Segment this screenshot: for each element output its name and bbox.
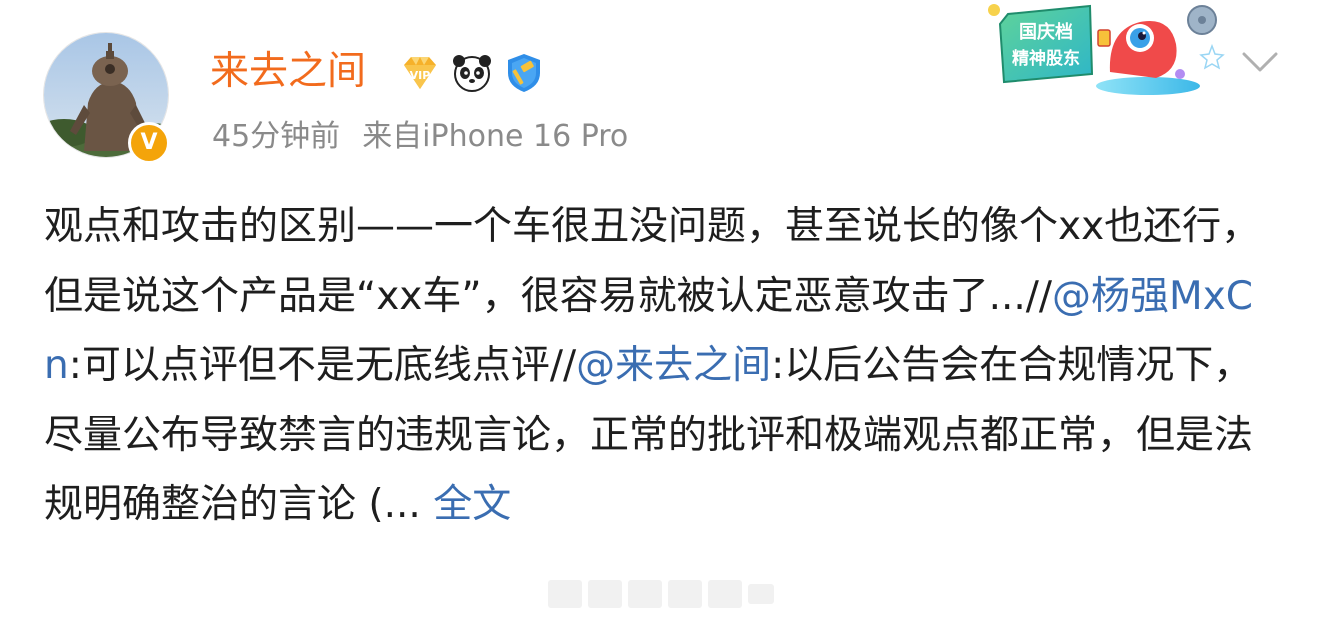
vip-diamond-icon[interactable]: VIP — [398, 51, 442, 95]
sticker-line1: 国庆档 — [1019, 21, 1073, 43]
chevron-down-icon[interactable] — [1238, 44, 1282, 80]
national-day-sticker[interactable]: 国庆档 精神股东 — [980, 0, 1230, 108]
panda-icon[interactable] — [450, 51, 494, 95]
post-meta: 45分钟前 来自iPhone 16 Pro — [212, 116, 628, 158]
post-time[interactable]: 45分钟前 — [212, 119, 340, 154]
watermark-image — [548, 580, 774, 608]
post-text-segment: :可以点评但不是无底线点评// — [68, 343, 577, 388]
blue-shield-verified-icon[interactable] — [502, 51, 546, 95]
sticker-line2: 精神股东 — [1012, 48, 1080, 69]
user-badges: VIP — [398, 50, 546, 96]
post-text: 观点和攻击的区别——一个车很丑没问题，甚至说长的像个xx也还行，但是说这个产品是… — [44, 192, 1284, 540]
svg-text:VIP: VIP — [410, 69, 431, 82]
verified-v-badge: V — [128, 122, 170, 164]
mention-link[interactable]: @来去之间 — [576, 343, 771, 388]
full-text-link[interactable]: 全文 — [433, 482, 511, 527]
username[interactable]: 来去之间 — [210, 46, 366, 98]
post-source[interactable]: 来自iPhone 16 Pro — [362, 119, 628, 154]
